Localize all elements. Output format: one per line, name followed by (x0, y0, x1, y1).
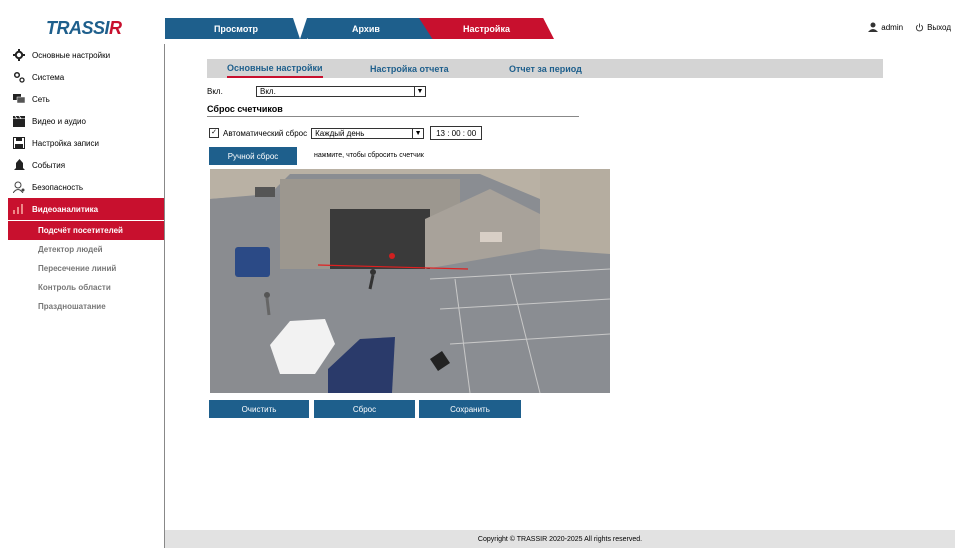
camera-scene (210, 169, 610, 393)
sidebar: Основные настройки Система Сеть Видео и … (8, 44, 165, 548)
section-divider (207, 116, 579, 117)
reset-time-value: 13 : 00 : 00 (436, 128, 477, 138)
sidebar-item-system[interactable]: Система (8, 66, 164, 88)
sidebar-subitem-visitor-count[interactable]: Подсчёт посетителей (8, 220, 164, 240)
tab-settings[interactable]: Настройка (419, 18, 554, 39)
user-name: admin (881, 22, 904, 32)
sidebar-item-security[interactable]: Безопасность (8, 176, 164, 198)
auto-reset-label: Автоматический сброс (223, 128, 308, 138)
sidebar-subitem-area-control[interactable]: Контроль области (8, 278, 164, 297)
tab-archive-label: Архив (352, 23, 380, 34)
manual-reset-hint: нажмите, чтобы сбросить счетчик (314, 152, 424, 159)
enable-select[interactable]: Вкл. ▼ (256, 86, 426, 97)
subtab-report-settings[interactable]: Настройка отчета (370, 59, 449, 78)
enable-select-value: Вкл. (260, 87, 276, 96)
section-title: Сброс счетчиков (207, 104, 283, 114)
user-account[interactable]: admin (868, 22, 903, 32)
analytics-icon (12, 203, 26, 215)
auto-reset-checkbox[interactable]: ✓ (209, 128, 219, 138)
sidebar-subitem-label: Детектор людей (38, 245, 103, 254)
clear-button-label: Очистить (241, 404, 277, 414)
user-area: admin Выход (868, 22, 951, 32)
sidebar-subitem-loitering[interactable]: Праздношатание (8, 297, 164, 316)
sidebar-item-video-audio[interactable]: Видео и аудио (8, 110, 164, 132)
trassir-logo: TRASSIR (46, 18, 122, 38)
chevron-down-icon: ▼ (414, 87, 425, 96)
enable-row: Вкл. Вкл. ▼ (207, 86, 426, 97)
sidebar-item-record-settings[interactable]: Настройка записи (8, 132, 164, 154)
reset-time-input[interactable]: 13 : 00 : 00 (430, 126, 483, 140)
subtab-period-report[interactable]: Отчет за период (509, 59, 582, 78)
sidebar-subitem-people-detector[interactable]: Детектор людей (8, 240, 164, 259)
enable-label: Вкл. (207, 87, 223, 96)
save-button[interactable]: Сохранить (419, 400, 521, 418)
sidebar-subitem-label: Контроль области (38, 283, 111, 292)
sidebar-item-label: События (32, 160, 66, 170)
tab-view-label: Просмотр (213, 23, 259, 34)
sidebar-item-label: Сеть (32, 94, 50, 104)
logout-button[interactable]: Выход (915, 23, 951, 32)
manual-reset-label: Ручной сброс (227, 151, 279, 161)
footer: Copyright © TRASSIR 2020-2025 All rights… (165, 530, 955, 548)
auto-reset-row: ✓ Автоматический сброс Каждый день ▼ 13 … (209, 126, 483, 140)
user-icon (868, 22, 879, 32)
reset-period-value: Каждый день (315, 128, 365, 138)
save-button-label: Сохранить (450, 404, 490, 414)
reset-button-label: Сброс (352, 404, 377, 414)
sidebar-item-label: Система (32, 72, 65, 82)
sidebar-item-video-analytics[interactable]: Видеоаналитика (8, 198, 164, 220)
sidebar-subitem-line-crossing[interactable]: Пересечение линий (8, 259, 164, 278)
video-icon (12, 115, 26, 127)
subtab-label: Основные настройки (227, 62, 323, 73)
sidebar-item-label: Видеоаналитика (32, 204, 99, 214)
camera-preview[interactable] (210, 169, 610, 393)
sidebar-subitem-label: Подсчёт посетителей (38, 226, 123, 235)
top-navigation: Просмотр Архив Настройка (165, 18, 955, 39)
reset-period-select[interactable]: Каждый день ▼ (311, 127, 425, 139)
event-icon (12, 159, 26, 171)
reset-button[interactable]: Сброс (314, 400, 415, 418)
subtab-basic-settings[interactable]: Основные настройки (227, 59, 323, 78)
subtab-label: Настройка отчета (370, 63, 449, 74)
sidebar-item-basic-settings[interactable]: Основные настройки (8, 44, 164, 66)
sidebar-item-label: Настройка записи (32, 138, 99, 148)
settings-subtabs: Основные настройки Настройка отчета Отче… (207, 59, 883, 78)
logout-label: Выход (927, 22, 951, 32)
network-icon (12, 93, 26, 105)
security-icon (12, 181, 26, 193)
sidebar-subitem-label: Пересечение линий (38, 264, 117, 273)
subtab-label: Отчет за период (509, 63, 582, 74)
sidebar-item-label: Видео и аудио (32, 116, 86, 126)
sidebar-item-network[interactable]: Сеть (8, 88, 164, 110)
gear-icon (12, 49, 26, 61)
system-gears-icon (12, 71, 26, 83)
power-icon (915, 22, 924, 31)
tab-view[interactable]: Просмотр (165, 18, 307, 39)
record-icon (12, 137, 26, 149)
tab-settings-label: Настройка (463, 23, 510, 34)
manual-reset-button[interactable]: Ручной сброс (209, 147, 297, 165)
sidebar-subitem-label: Праздношатание (38, 302, 106, 311)
tab-archive[interactable]: Архив (295, 18, 437, 39)
sidebar-item-label: Безопасность (32, 182, 84, 192)
copyright-text: Copyright © TRASSIR 2020-2025 All rights… (477, 535, 643, 543)
sidebar-item-events[interactable]: События (8, 154, 164, 176)
clear-button[interactable]: Очистить (209, 400, 309, 418)
chevron-down-icon: ▼ (412, 128, 423, 138)
sidebar-item-label: Основные настройки (32, 50, 111, 60)
